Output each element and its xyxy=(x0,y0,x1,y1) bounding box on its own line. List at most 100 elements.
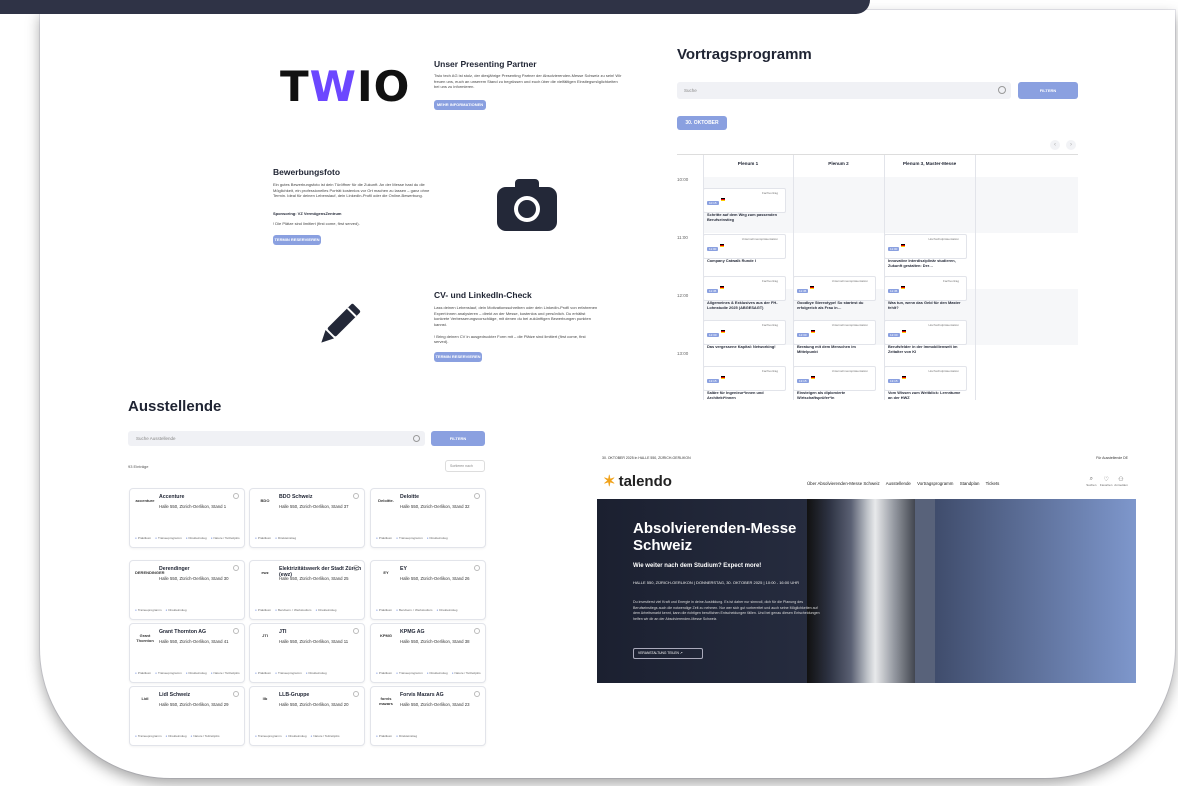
talendo-logo[interactable]: ✶ talendo xyxy=(603,472,672,490)
star-icon: ✶ xyxy=(603,473,616,490)
program-filter-button[interactable]: FILTERN xyxy=(1018,82,1078,99)
chevron-left-icon[interactable]: ‹ xyxy=(1050,140,1060,150)
de-flag-icon xyxy=(901,286,906,290)
session-card[interactable]: 11:00 Hochschulpräsentation Innovative Int… xyxy=(884,234,967,268)
exhibitor-tag: Traineeprogramm xyxy=(396,536,423,540)
cv-text: Lass deinen Lebenslauf, dein Motivations… xyxy=(434,305,598,327)
exhibitor-tags: Praktikum Traineeprogramm Direkteinstieg Na… xyxy=(135,535,240,542)
de-flag-icon xyxy=(901,330,906,334)
exhibitor-card[interactable]: DERENDINGER Derendinger Halle 550, Zürich-… xyxy=(129,560,245,620)
exhibitors-search-placeholder: Suche Ausstellende xyxy=(136,436,176,441)
heart-icon[interactable] xyxy=(233,493,239,499)
session-card[interactable]: 13:15 Fachvortrag Saläre für Ingenieur*inn… xyxy=(703,366,786,400)
exhibitor-location: Halle 550, Zürich-Oerlikon, Stand 26 xyxy=(400,576,470,581)
sort-select[interactable]: Sortieren nach xyxy=(445,460,485,472)
exhibitor-card[interactable]: forvis mazars Forvis Mazars AG Halle 550, … xyxy=(370,686,486,746)
heart-icon[interactable] xyxy=(353,493,359,499)
heart-icon[interactable] xyxy=(233,691,239,697)
exhibitor-card[interactable]: accenture Accenture Halle 550, Zürich-Oerl… xyxy=(129,488,245,548)
exhibitor-logo: EY xyxy=(383,570,389,575)
session-card[interactable]: 12:30 Fachvortrag Das vergessene Kapital: … xyxy=(703,320,786,349)
exhibitor-card[interactable]: KPMG KPMG AG Halle 550, Zürich-Oerlikon, S… xyxy=(370,623,486,683)
session-card[interactable]: 12:30 Hochschulpräsentation Berufsfelder i… xyxy=(884,320,967,354)
session-title: Was tun, wenn das Geld für den Master fe… xyxy=(888,300,961,310)
heart-icon[interactable]: ♡ Favoriten xyxy=(1099,476,1113,487)
nav-item[interactable]: Über Absolvierenden-Messe Schweiz xyxy=(807,481,880,486)
heart-icon[interactable] xyxy=(353,565,359,571)
session-card[interactable]: 10:15 Fachvortrag Schritte auf dem Weg zum… xyxy=(703,188,786,222)
session-category: Hochschulpräsentation xyxy=(928,369,959,373)
exhibitor-card[interactable]: ewz Elektrizitätswerk der Stadt Zürich (e… xyxy=(249,560,365,620)
exhibitor-card[interactable]: EY EY Halle 550, Zürich-Oerlikon, Stand 26… xyxy=(370,560,486,620)
exhibitor-tag: Praktikum xyxy=(376,608,392,612)
exhibitor-card[interactable]: BDO BDO Schweiz Halle 550, Zürich-Oerlikon… xyxy=(249,488,365,548)
session-card[interactable]: 13:15 Hochschulpräsentation Vom Wissen zum… xyxy=(884,366,967,400)
exhibitor-tag: Direkteinstieg xyxy=(275,536,296,540)
exhibitor-card[interactable]: Lidl Lidl Schweiz Halle 550, Zürich-Oerlik… xyxy=(129,686,245,746)
nav-item[interactable]: Tickets xyxy=(986,481,1000,486)
photo-reserve-button[interactable]: TERMIN RESERVIEREN xyxy=(273,235,321,245)
user-icon[interactable]: ⚇ Anmelden xyxy=(1114,476,1128,487)
de-flag-icon xyxy=(810,330,815,334)
exhibitor-location: Halle 550, Zürich-Oerlikon, Stand 38 xyxy=(400,639,470,644)
exhibitor-card[interactable]: llb LLB-Gruppe Halle 550, Zürich-Oerlikon,… xyxy=(249,686,365,746)
hero-banner: Absolvierenden-Messe Schweiz Wie weiter … xyxy=(597,499,1136,683)
exhibitor-name: KPMG AG xyxy=(400,629,425,635)
session-card[interactable]: 13:15 Unternehmenspräsentation Einsteigen … xyxy=(793,366,876,400)
search-icon[interactable] xyxy=(998,86,1006,94)
nav-item[interactable]: Vortragsprogramm xyxy=(917,481,953,486)
cv-reserve-button[interactable]: TERMIN RESERVIEREN xyxy=(434,352,482,362)
search-icon[interactable] xyxy=(413,434,420,442)
cv-note: ! Bring deinen CV in ausgedruckter Form … xyxy=(434,334,586,344)
session-card[interactable]: 11:45 Fachvortrag Allgemeines & Exklusives… xyxy=(703,276,786,310)
cv-title: CV- und LinkedIn-Check xyxy=(434,290,532,300)
session-card[interactable]: 11:45 Unternehmenspräsentation Goodbye Ste… xyxy=(793,276,876,310)
exhibitor-card[interactable]: JTI JTI Halle 550, Zürich-Oerlikon, Stand … xyxy=(249,623,365,683)
search-icon[interactable]: ⌕ Suchen xyxy=(1084,476,1098,487)
exhibitors-filter-button[interactable]: FILTERN xyxy=(431,431,485,446)
exhibitor-name: Derendinger xyxy=(159,566,190,572)
main-nav: Über Absolvierenden-Messe Schweiz Ausste… xyxy=(807,481,1004,486)
event-topline: 30. OKTOBER 2025 in HALLE 550, ZÜRICH-OE… xyxy=(602,456,691,460)
exhibitor-logo: Deloitte. xyxy=(378,498,394,503)
heart-icon[interactable] xyxy=(353,691,359,697)
exhibitor-location: Halle 550, Zürich-Oerlikon, Stand 37 xyxy=(279,504,349,509)
heart-icon[interactable] xyxy=(474,565,480,571)
nav-item[interactable]: Standplan xyxy=(960,481,980,486)
exhibitor-tag: Nature / Teilzeitjobs xyxy=(452,671,481,675)
exhibitors-search-input[interactable]: Suche Ausstellende xyxy=(128,431,425,446)
exhibitor-tag: Traineeprogramm xyxy=(155,536,182,540)
heart-icon[interactable] xyxy=(474,493,480,499)
heart-icon[interactable] xyxy=(474,691,480,697)
exhibitor-location: Halle 550, Zürich-Oerlikon, Stand 1 xyxy=(159,504,227,509)
nav-item[interactable]: Ausstellende xyxy=(886,481,911,486)
exhibitor-card[interactable]: Deloitte. Deloitte Halle 550, Zürich-Oerli… xyxy=(370,488,486,548)
program-date-tab[interactable]: 30. OKTOBER xyxy=(677,116,727,130)
heart-icon[interactable] xyxy=(353,628,359,634)
chevron-right-icon[interactable]: › xyxy=(1066,140,1076,150)
heart-icon[interactable] xyxy=(233,628,239,634)
partner-title: Unser Presenting Partner xyxy=(434,59,537,69)
exhibitor-name: JTI xyxy=(279,629,287,635)
partner-info-button[interactable]: MEHR INFORMATIONEN xyxy=(434,100,486,110)
exhibitor-card[interactable]: Grant Thornton Grant Thornton AG Halle 550… xyxy=(129,623,245,683)
session-card[interactable]: 11:45 Fachvortrag Was tun, wenn das Geld f… xyxy=(884,276,967,310)
session-title: Vom Wissen zum Weitblick: Lernräume an d… xyxy=(888,390,961,400)
share-event-button[interactable]: VERANSTALTUNG TEILEN ↗ xyxy=(633,648,703,659)
hero-subhead: Wie weiter nach dem Studium? Expect more… xyxy=(633,563,762,569)
session-time: 12:30 xyxy=(797,333,809,337)
de-flag-icon xyxy=(720,286,725,290)
exhibitor-logo: Lidl xyxy=(141,696,149,701)
de-flag-icon xyxy=(901,376,906,380)
heart-icon[interactable] xyxy=(474,628,480,634)
exhibitor-name: Lidl Schweiz xyxy=(159,692,191,698)
session-card[interactable]: 11:00 Unternehmenspräsentation Company Cat… xyxy=(703,234,786,263)
column-divider xyxy=(975,155,976,400)
exhibitor-tags: Traineeprogramm Direkteinstieg xyxy=(135,607,239,614)
photo-title: Bewerbungsfoto xyxy=(273,167,341,177)
exhibitor-tag: Praktikum xyxy=(255,608,271,612)
top-right-links[interactable]: Für Ausstellende DE xyxy=(1096,456,1128,460)
session-card[interactable]: 12:30 Unternehmenspräsentation Beratung mi… xyxy=(793,320,876,354)
heart-icon[interactable] xyxy=(233,565,239,571)
program-search-input[interactable]: Suche xyxy=(677,82,1011,99)
